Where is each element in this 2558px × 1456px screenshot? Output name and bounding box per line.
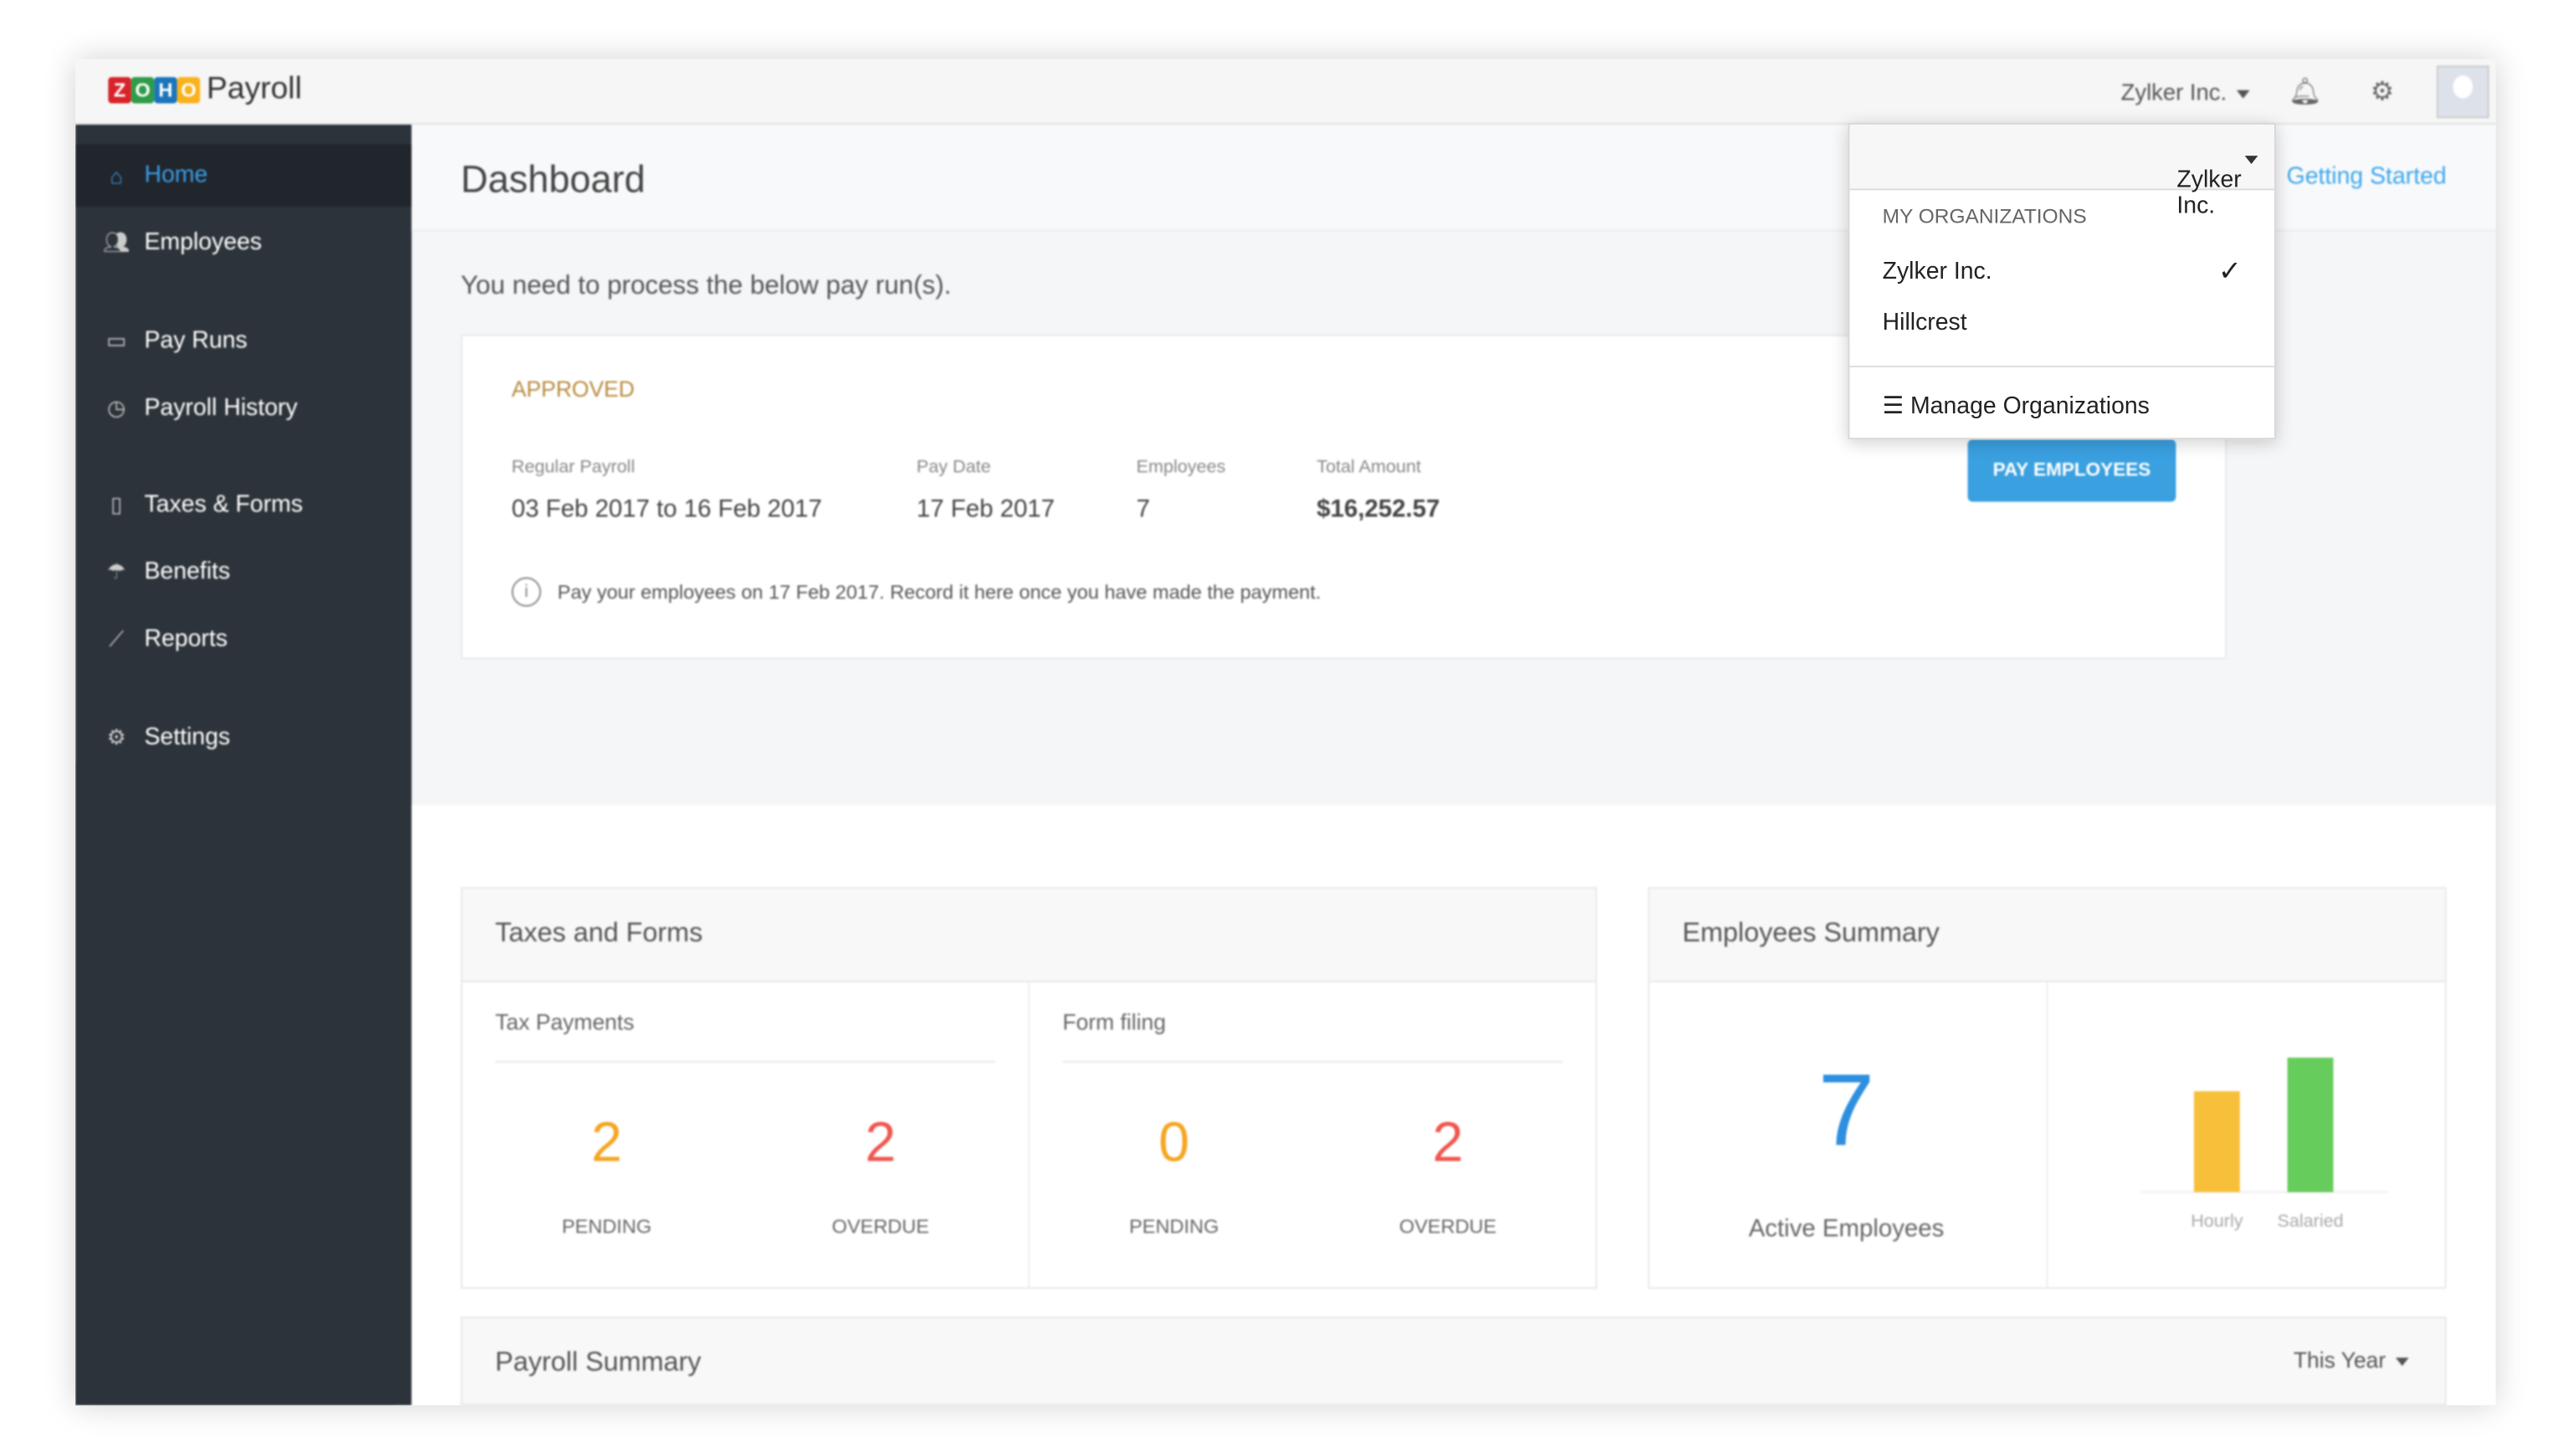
tax-pending-count[interactable]: 2 xyxy=(508,1112,705,1176)
form-overdue-count[interactable]: 2 xyxy=(1350,1112,1546,1176)
caret-down-icon xyxy=(2244,155,2258,164)
period-select[interactable]: This Year xyxy=(2294,1348,2409,1372)
umbrella-icon: ☂ xyxy=(106,559,126,584)
card-title: Employees Summary xyxy=(1682,918,1940,948)
org-dropdown: Zylker Inc. MY ORGANIZATIONS Zylker Inc.… xyxy=(1848,122,2276,440)
page-title: Dashboard xyxy=(460,157,646,201)
menu-icon: ☰ xyxy=(1882,393,1910,420)
pay-period: 03 Feb 2017 to 16 Feb 2017 xyxy=(511,495,823,524)
clock-icon: ◷ xyxy=(107,395,126,420)
overdue-label: OVERDUE xyxy=(1399,1215,1497,1238)
employee-count: 7 xyxy=(1136,495,1151,524)
sidebar-item-benefits[interactable]: ☂ Benefits xyxy=(75,541,412,603)
tick-label-hourly: Hourly xyxy=(2191,1210,2243,1231)
info-icon: i xyxy=(511,577,541,608)
section-label: MY ORGANIZATIONS xyxy=(1882,204,2087,228)
gear-icon[interactable]: ⚙ xyxy=(2371,75,2394,108)
top-bar: ZOHO Payroll Zylker Inc. 🔔︎ ⚙ xyxy=(75,59,2496,125)
payroll-summary-card: Payroll Summary This Year xyxy=(460,1316,2447,1406)
gear-icon: ⚙ xyxy=(106,725,126,750)
sidebar-item-employees[interactable]: 👥︎ Employees xyxy=(75,212,412,274)
tax-payments-label: Tax Payments xyxy=(495,1010,634,1035)
bar-hourly xyxy=(2193,1091,2240,1192)
sidebar-item-settings[interactable]: ⚙ Settings xyxy=(75,707,412,769)
document-icon: ▯ xyxy=(110,491,123,517)
pay-date: 17 Feb 2017 xyxy=(916,495,1055,524)
total-amount: $16,252.57 xyxy=(1316,495,1440,524)
field-label: Pay Date xyxy=(916,457,992,478)
caret-down-icon xyxy=(2395,1357,2409,1366)
sidebar-item-payroll-history[interactable]: ◷ Payroll History xyxy=(75,377,412,439)
tax-overdue-count[interactable]: 2 xyxy=(782,1112,979,1176)
org-dropdown-toggle[interactable]: Zylker Inc. xyxy=(1849,124,2274,220)
pending-label: PENDING xyxy=(1129,1215,1219,1238)
org-item-hillcrest[interactable]: Hillcrest xyxy=(1883,310,1967,336)
card-title: Taxes and Forms xyxy=(495,918,703,948)
form-pending-count[interactable]: 0 xyxy=(1075,1112,1272,1176)
manage-organizations[interactable]: ☰ Manage Organizations xyxy=(1883,393,2150,419)
chart-icon: ⟋ xyxy=(109,626,125,651)
sidebar-item-home[interactable]: ⌂ Home xyxy=(75,144,412,207)
sidebar: ⌂ Home 👥︎ Employees ▭ Pay Runs ◷ Payroll His… xyxy=(75,124,412,1406)
org-item-zylker[interactable]: Zylker Inc. xyxy=(1883,259,1992,285)
org-switcher[interactable]: Zylker Inc. xyxy=(2121,79,2250,105)
status-badge: APPROVED xyxy=(511,377,635,402)
sidebar-item-taxes-forms[interactable]: ▯ Taxes & Forms xyxy=(75,474,412,536)
field-label: Employees xyxy=(1136,457,1226,478)
bell-icon[interactable]: 🔔︎ xyxy=(2289,75,2322,108)
logo: ZOHO Payroll xyxy=(108,72,302,108)
taxes-forms-card: Taxes and Forms Tax Payments Form filing… xyxy=(460,887,1597,1289)
tick-label-salaried: Salaried xyxy=(2278,1210,2344,1231)
bar-salaried xyxy=(2287,1057,2334,1192)
form-filing-label: Form filing xyxy=(1062,1010,1166,1035)
sidebar-item-reports[interactable]: ⟋ Reports xyxy=(75,608,412,670)
users-icon: 👥︎ xyxy=(102,229,131,254)
payrun-prompt: You need to process the below pay run(s)… xyxy=(460,272,951,300)
check-icon: ✓ xyxy=(2217,255,2242,287)
payrun-note: i Pay your employees on 17 Feb 2017. Reco… xyxy=(511,577,1321,608)
field-label: Total Amount xyxy=(1316,457,1422,478)
active-employees-label: Active Employees xyxy=(1748,1215,1945,1243)
employee-type-chart: Hourly Salaried xyxy=(2141,1057,2388,1231)
avatar[interactable] xyxy=(2436,65,2489,119)
card-title: Payroll Summary xyxy=(495,1347,701,1378)
pending-label: PENDING xyxy=(561,1215,652,1238)
calendar-icon: ▭ xyxy=(106,327,127,353)
app-title: Payroll xyxy=(206,72,302,107)
sidebar-item-pay-runs[interactable]: ▭ Pay Runs xyxy=(75,310,412,372)
pay-employees-button[interactable]: PAY EMPLOYEES xyxy=(1967,439,2176,502)
home-icon: ⌂ xyxy=(110,162,123,188)
field-label: Regular Payroll xyxy=(511,457,635,478)
caret-down-icon xyxy=(2236,90,2250,99)
getting-started-link[interactable]: Getting Started xyxy=(2287,164,2447,190)
employees-summary-card: Employees Summary 7 Active Employees Hou… xyxy=(1648,887,2447,1289)
active-employees-count: 7 xyxy=(1817,1054,1875,1168)
overdue-label: OVERDUE xyxy=(832,1215,930,1238)
